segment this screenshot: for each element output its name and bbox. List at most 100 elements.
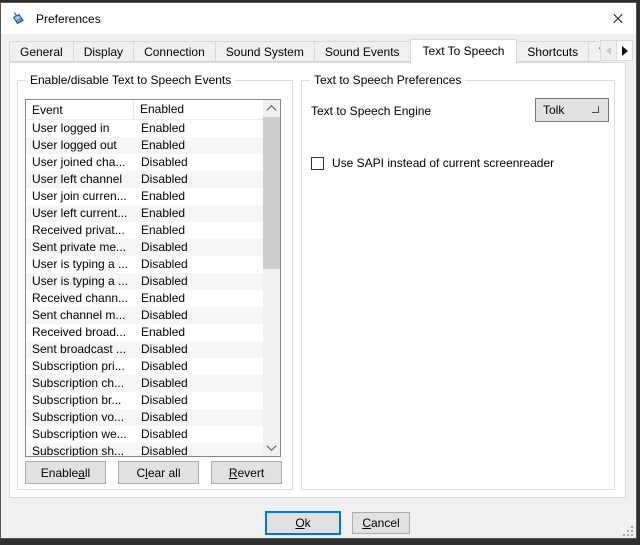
- event-name: Subscription we...: [26, 426, 134, 443]
- event-row[interactable]: Subscription vo...Disabled: [26, 409, 263, 426]
- tts-preferences-group-title: Text to Speech Preferences: [310, 73, 465, 87]
- event-row[interactable]: Sent private me...Disabled: [26, 239, 263, 256]
- event-name: Sent broadcast ...: [26, 341, 134, 358]
- preferences-dialog: Preferences GeneralDisplayConnectionSoun…: [0, 2, 637, 539]
- window-title: Preferences: [36, 12, 101, 26]
- sapi-checkbox-label: Use SAPI instead of current screenreader: [332, 156, 554, 170]
- tab-strip: GeneralDisplayConnectionSound SystemSoun…: [9, 39, 600, 64]
- tts-events-group-title: Enable/disable Text to Speech Events: [26, 73, 235, 87]
- event-enabled-value: Disabled: [134, 358, 263, 375]
- event-row[interactable]: Subscription sh...Disabled: [26, 443, 263, 456]
- event-row[interactable]: Subscription pri...Disabled: [26, 358, 263, 375]
- tab-scroll-right-button[interactable]: [616, 40, 633, 61]
- tab-scroll-right-icon: [622, 46, 628, 56]
- tab-spinner: [600, 40, 633, 61]
- event-enabled-value: Enabled: [134, 188, 263, 205]
- event-row[interactable]: Received privat...Enabled: [26, 222, 263, 239]
- screen: Preferences GeneralDisplayConnectionSoun…: [0, 0, 640, 545]
- event-name: User left channel: [26, 171, 134, 188]
- scrollbar-thumb[interactable]: [263, 117, 280, 269]
- combo-chevron-icon: [592, 106, 599, 113]
- event-name: User join curren...: [26, 188, 134, 205]
- event-row[interactable]: User logged outEnabled: [26, 137, 263, 154]
- close-icon: [608, 9, 628, 29]
- event-row[interactable]: Subscription br...Disabled: [26, 392, 263, 409]
- clear-all-button[interactable]: Clear all: [118, 461, 199, 484]
- tab-scroll-left-icon: [606, 47, 611, 55]
- event-row[interactable]: User left current...Enabled: [26, 205, 263, 222]
- event-row[interactable]: Received broad...Enabled: [26, 324, 263, 341]
- event-row[interactable]: Sent channel m...Disabled: [26, 307, 263, 324]
- tab-display[interactable]: Display: [73, 41, 134, 62]
- column-header-event[interactable]: Event: [26, 103, 133, 117]
- tab-sound-events[interactable]: Sound Events: [314, 41, 411, 62]
- scrollbar-down-button[interactable]: [263, 439, 280, 456]
- event-row[interactable]: Received chann...Enabled: [26, 290, 263, 307]
- event-name: Subscription sh...: [26, 443, 134, 456]
- event-enabled-value: Disabled: [134, 375, 263, 392]
- event-name: User left current...: [26, 205, 134, 222]
- app-icon: [10, 11, 26, 27]
- event-row[interactable]: Subscription we...Disabled: [26, 426, 263, 443]
- tts-preferences-groupbox: Text to Speech Preferences Text to Speec…: [301, 80, 615, 490]
- tab-shortcuts[interactable]: Shortcuts: [516, 41, 589, 62]
- event-name: Sent private me...: [26, 239, 134, 256]
- tts-engine-value: Tolk: [543, 103, 564, 117]
- event-enabled-value: Disabled: [134, 256, 263, 273]
- event-row[interactable]: User join curren...Enabled: [26, 188, 263, 205]
- event-name: Received privat...: [26, 222, 134, 239]
- event-row[interactable]: User logged inEnabled: [26, 120, 263, 137]
- event-list: Event Enabled User logged inEnabledUser …: [25, 99, 281, 457]
- event-name: Subscription br...: [26, 392, 134, 409]
- event-row[interactable]: Subscription ch...Disabled: [26, 375, 263, 392]
- revert-button[interactable]: Revert: [211, 461, 282, 484]
- event-name: Received chann...: [26, 290, 134, 307]
- event-enabled-value: Disabled: [134, 392, 263, 409]
- titlebar: Preferences: [1, 3, 636, 34]
- tts-engine-select[interactable]: Tolk: [535, 98, 609, 122]
- tts-events-groupbox: Enable/disable Text to Speech Events Eve…: [17, 80, 293, 490]
- event-enabled-value: Enabled: [134, 205, 263, 222]
- event-enabled-value: Disabled: [134, 426, 263, 443]
- column-header-enabled[interactable]: Enabled: [133, 100, 263, 119]
- cancel-button[interactable]: Cancel: [352, 512, 410, 534]
- event-row[interactable]: User joined cha...Disabled: [26, 154, 263, 171]
- tab-page-text-to-speech: Enable/disable Text to Speech Events Eve…: [9, 62, 626, 498]
- tab-video[interactable]: Video: [588, 41, 600, 62]
- tab-text-to-speech[interactable]: Text To Speech: [410, 39, 518, 64]
- tab-sound-system[interactable]: Sound System: [215, 41, 315, 62]
- event-name: User logged in: [26, 120, 134, 137]
- event-enabled-value: Disabled: [134, 239, 263, 256]
- tab-connection[interactable]: Connection: [133, 41, 216, 62]
- event-enabled-value: Enabled: [134, 120, 263, 137]
- resize-grip[interactable]: [623, 526, 633, 536]
- event-enabled-value: Disabled: [134, 443, 263, 456]
- event-name: Subscription ch...: [26, 375, 134, 392]
- event-row[interactable]: User is typing a ...Disabled: [26, 273, 263, 290]
- event-name: User is typing a ...: [26, 273, 134, 290]
- event-list-scrollbar[interactable]: [263, 100, 280, 456]
- sapi-checkbox-row: Use SAPI instead of current screenreader: [311, 156, 554, 170]
- event-name: Subscription pri...: [26, 358, 134, 375]
- tab-scroll-left-button[interactable]: [600, 40, 617, 61]
- event-enabled-value: Enabled: [134, 324, 263, 341]
- scrollbar-up-button[interactable]: [263, 100, 280, 117]
- enable-all-button[interactable]: Enable all: [25, 461, 106, 484]
- event-enabled-value: Disabled: [134, 273, 263, 290]
- event-name: Received broad...: [26, 324, 134, 341]
- event-name: User joined cha...: [26, 154, 134, 171]
- event-row[interactable]: User is typing a ...Disabled: [26, 256, 263, 273]
- sapi-checkbox[interactable]: [311, 157, 324, 170]
- close-button[interactable]: [608, 9, 628, 29]
- tab-general[interactable]: General: [9, 41, 74, 62]
- event-name: Subscription vo...: [26, 409, 134, 426]
- event-enabled-value: Disabled: [134, 341, 263, 358]
- event-list-header: Event Enabled: [26, 100, 263, 120]
- event-enabled-value: Disabled: [134, 154, 263, 171]
- event-name: User logged out: [26, 137, 134, 154]
- event-enabled-value: Disabled: [134, 171, 263, 188]
- event-row[interactable]: Sent broadcast ...Disabled: [26, 341, 263, 358]
- tts-engine-label: Text to Speech Engine: [311, 104, 431, 118]
- ok-button[interactable]: Ok: [265, 511, 341, 535]
- event-row[interactable]: User left channelDisabled: [26, 171, 263, 188]
